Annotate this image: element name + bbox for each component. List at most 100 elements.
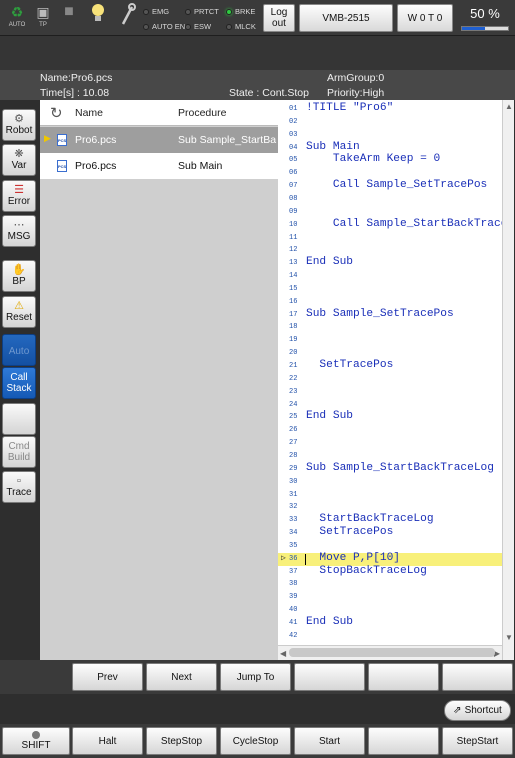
code-line[interactable]: 23 [278, 386, 502, 399]
code-line[interactable]: 39 [278, 591, 502, 604]
pcs-file-icon: PCS [57, 160, 67, 172]
code-line[interactable]: 19 [278, 334, 502, 347]
sidebar-item-error[interactable]: ☰ Error [2, 180, 36, 212]
shortcut-icon: ⇗ [453, 705, 462, 716]
sidebar-item-robot[interactable]: ⚙ Robot [2, 109, 36, 141]
halt-button[interactable]: Halt [72, 727, 143, 755]
scroll-up-icon[interactable]: ▲ [505, 102, 513, 111]
robot-model-button[interactable]: VMB-2515 [299, 4, 393, 32]
line-number: 39 [289, 593, 298, 602]
code-text: Move P,P[10] [306, 551, 400, 564]
sidebar-item-reset[interactable]: ⚠ Reset [2, 296, 36, 328]
line-number: 35 [289, 541, 298, 550]
horizontal-scroll-thumb[interactable] [289, 648, 495, 657]
code-line[interactable]: 34 SetTracePos [278, 526, 502, 540]
code-line[interactable]: 31 [278, 489, 502, 502]
next-button[interactable]: Next [146, 663, 217, 691]
line-number: 10 [289, 220, 298, 229]
code-line[interactable]: 14 [278, 270, 502, 283]
code-line[interactable]: 42 [278, 630, 502, 643]
call-stack-row[interactable]: ▶ PCS Pro6.pcs Sub Sample_StartBa [40, 127, 278, 153]
line-number: 02 [289, 117, 298, 126]
code-view[interactable]: 01 !TITLE "Pro6" 02 03 04 Sub Main 05 TakeArm … [278, 100, 502, 645]
sidebar-item-bp[interactable]: ✋ BP [2, 260, 36, 292]
line-number: 06 [289, 169, 298, 178]
code-line[interactable]: 26 [278, 424, 502, 437]
code-line[interactable]: 38 [278, 578, 502, 591]
vertical-scrollbar[interactable]: ▲ ▼ [502, 100, 514, 660]
line-number: 21 [289, 362, 298, 370]
line-number: 16 [289, 297, 298, 306]
code-line[interactable]: 05 TakeArm Keep = 0 [278, 153, 502, 167]
code-text: StartBackTraceLog [306, 513, 434, 526]
empty-function-button[interactable] [368, 663, 439, 691]
sidebar-item-call-stack[interactable]: Call Stack [2, 367, 36, 399]
stepstart-button[interactable]: StepStart [442, 727, 513, 755]
code-line[interactable]: 11 [278, 232, 502, 245]
current-line-arrow-icon: ▷ [281, 553, 286, 563]
code-line[interactable]: 02 [278, 116, 502, 129]
code-line[interactable]: 13 End Sub [278, 256, 502, 270]
shortcut-button[interactable]: ⇗ Shortcut [444, 700, 511, 721]
start-button[interactable]: Start [294, 727, 365, 755]
call-stack-row[interactable]: PCS Pro6.pcs Sub Main [40, 153, 278, 179]
lamp-off-icon [185, 9, 191, 16]
code-text: Sub Sample_StartBackTraceLog [306, 461, 494, 474]
sidebar-item-trace[interactable]: ▫ Trace [2, 471, 36, 503]
code-line[interactable]: 27 [278, 437, 502, 450]
cyclestop-button[interactable]: CycleStop [220, 727, 291, 755]
line-number: 29 [289, 464, 298, 473]
line-number: 08 [289, 194, 298, 203]
line-number: 22 [289, 374, 298, 383]
jump-to-button[interactable]: Jump To [220, 663, 291, 691]
code-line[interactable]: 08 [278, 193, 502, 206]
speed-bar[interactable] [461, 26, 509, 31]
prev-button[interactable]: Prev [72, 663, 143, 691]
code-line[interactable]: 10 Call Sample_StartBackTraceL [278, 218, 502, 232]
code-line[interactable]: 29 Sub Sample_StartBackTraceLog [278, 461, 502, 476]
code-text: StopBackTraceLog [306, 564, 427, 577]
stepstop-button[interactable]: StepStop [146, 727, 217, 755]
code-line[interactable]: 21 SetTracePos [278, 359, 502, 373]
sidebar-item-msg[interactable]: ⋯ MSG [2, 215, 36, 247]
code-line[interactable]: 41 End Sub [278, 616, 502, 630]
code-text: End Sub [306, 616, 353, 628]
code-text: TakeArm Keep = 0 [306, 153, 441, 166]
scroll-left-icon[interactable]: ◀ [280, 649, 286, 658]
empty-function-button[interactable] [442, 663, 513, 691]
scroll-down-icon[interactable]: ▼ [505, 633, 513, 642]
code-line[interactable]: 30 [278, 476, 502, 489]
line-number: 36 [289, 554, 298, 563]
code-text: End Sub [306, 410, 353, 423]
refresh-icon[interactable]: ↻ [50, 104, 63, 122]
code-line[interactable]: 07 Call Sample_SetTracePos [278, 179, 502, 193]
work-tool-button[interactable]: W 0 T 0 [397, 4, 453, 32]
column-procedure: Procedure [178, 107, 227, 119]
wrench-icon[interactable] [113, 2, 143, 34]
code-line[interactable]: 25 End Sub [278, 410, 502, 424]
code-line[interactable]: 18 [278, 321, 502, 334]
stop-icon[interactable]: ■ [54, 2, 84, 34]
sidebar-item-empty[interactable] [2, 403, 36, 435]
line-number: 05 [289, 156, 298, 165]
lamp-off-icon [143, 24, 149, 31]
code-line[interactable]: 22 [278, 373, 502, 386]
code-text: Call Sample_SetTracePos [306, 179, 488, 192]
code-line[interactable]: 17 Sub Sample_SetTracePos [278, 308, 502, 322]
lamp-off-icon [185, 24, 191, 31]
line-number: 41 [289, 619, 298, 627]
shift-button[interactable]: SHIFT [2, 727, 70, 755]
code-line[interactable]: 01 !TITLE "Pro6" [278, 102, 502, 116]
line-number: 03 [289, 130, 298, 139]
line-number: 18 [289, 323, 298, 332]
sidebar-item-var[interactable]: ❋ Var [2, 144, 36, 176]
logout-button[interactable]: Log out [263, 4, 295, 32]
code-line[interactable]: 15 [278, 283, 502, 296]
lightbulb-icon[interactable] [83, 2, 113, 34]
empty-function-button[interactable] [368, 727, 439, 755]
code-line[interactable]: 37 StopBackTraceLog [278, 564, 502, 579]
line-number: 37 [289, 567, 298, 576]
line-number: 14 [289, 272, 298, 281]
empty-function-button[interactable] [294, 663, 365, 691]
line-number: 30 [289, 477, 298, 486]
